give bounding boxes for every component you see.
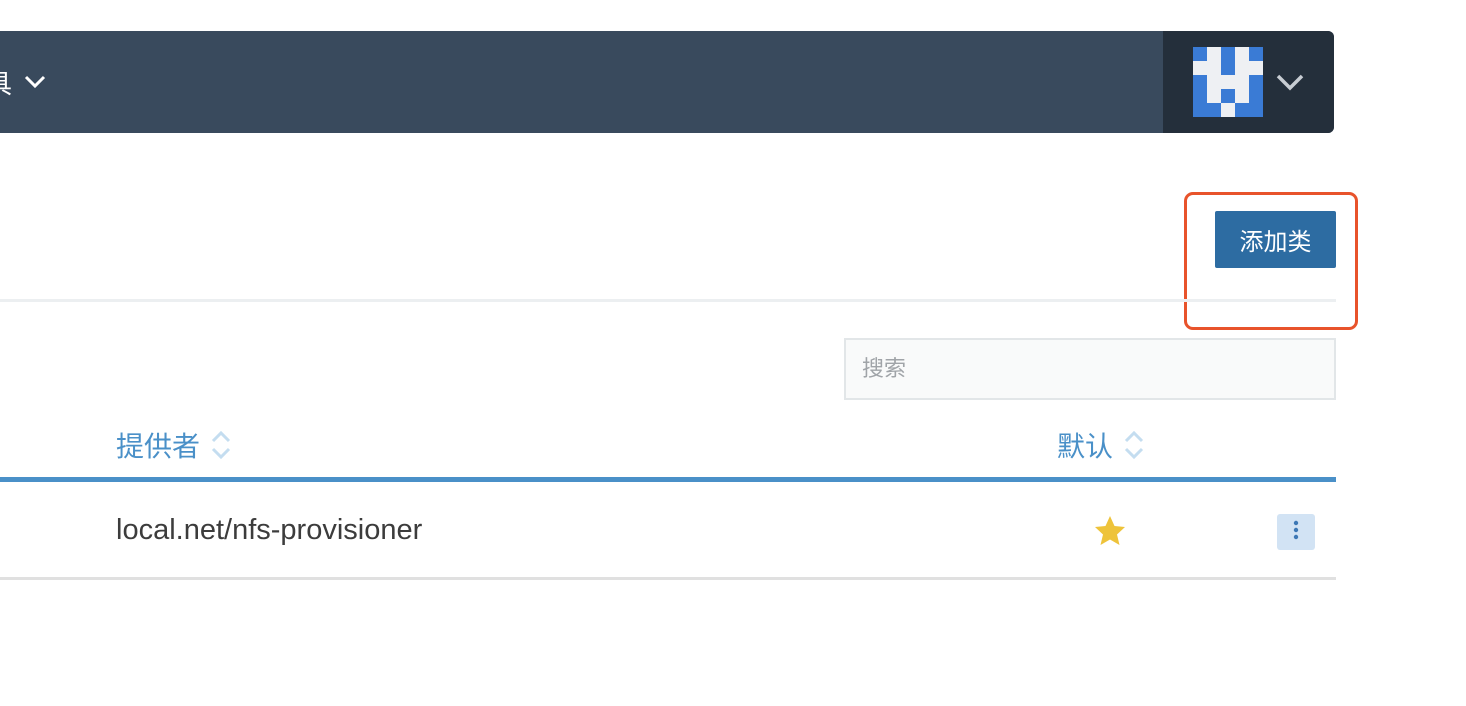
- chevron-down-icon[interactable]: [1275, 73, 1305, 91]
- nav-menu-tools[interactable]: 具: [0, 31, 46, 133]
- chevron-down-icon: [24, 75, 46, 89]
- nav-menu-label: 具: [0, 64, 12, 101]
- sort-icon: [210, 429, 232, 461]
- user-menu[interactable]: [1163, 31, 1334, 133]
- column-header-label: 提供者: [116, 430, 201, 463]
- section-divider: [0, 299, 1336, 302]
- column-header-provider[interactable]: 提供者: [116, 423, 232, 467]
- top-navigation-bar: 具: [0, 31, 1334, 133]
- column-header-label: 默认: [1057, 430, 1114, 463]
- row-divider: [0, 577, 1336, 580]
- provider-cell: local.net/nfs-provisioner: [116, 513, 423, 546]
- add-class-button[interactable]: 添加类: [1215, 211, 1336, 268]
- row-actions-button[interactable]: [1277, 514, 1315, 550]
- kebab-menu-icon: [1293, 520, 1299, 544]
- table-header-divider: [0, 477, 1336, 482]
- search-input[interactable]: [844, 338, 1336, 400]
- star-icon: [1093, 514, 1127, 552]
- user-avatar[interactable]: [1193, 47, 1263, 117]
- sort-icon: [1123, 429, 1145, 461]
- column-header-default[interactable]: 默认: [1057, 423, 1145, 467]
